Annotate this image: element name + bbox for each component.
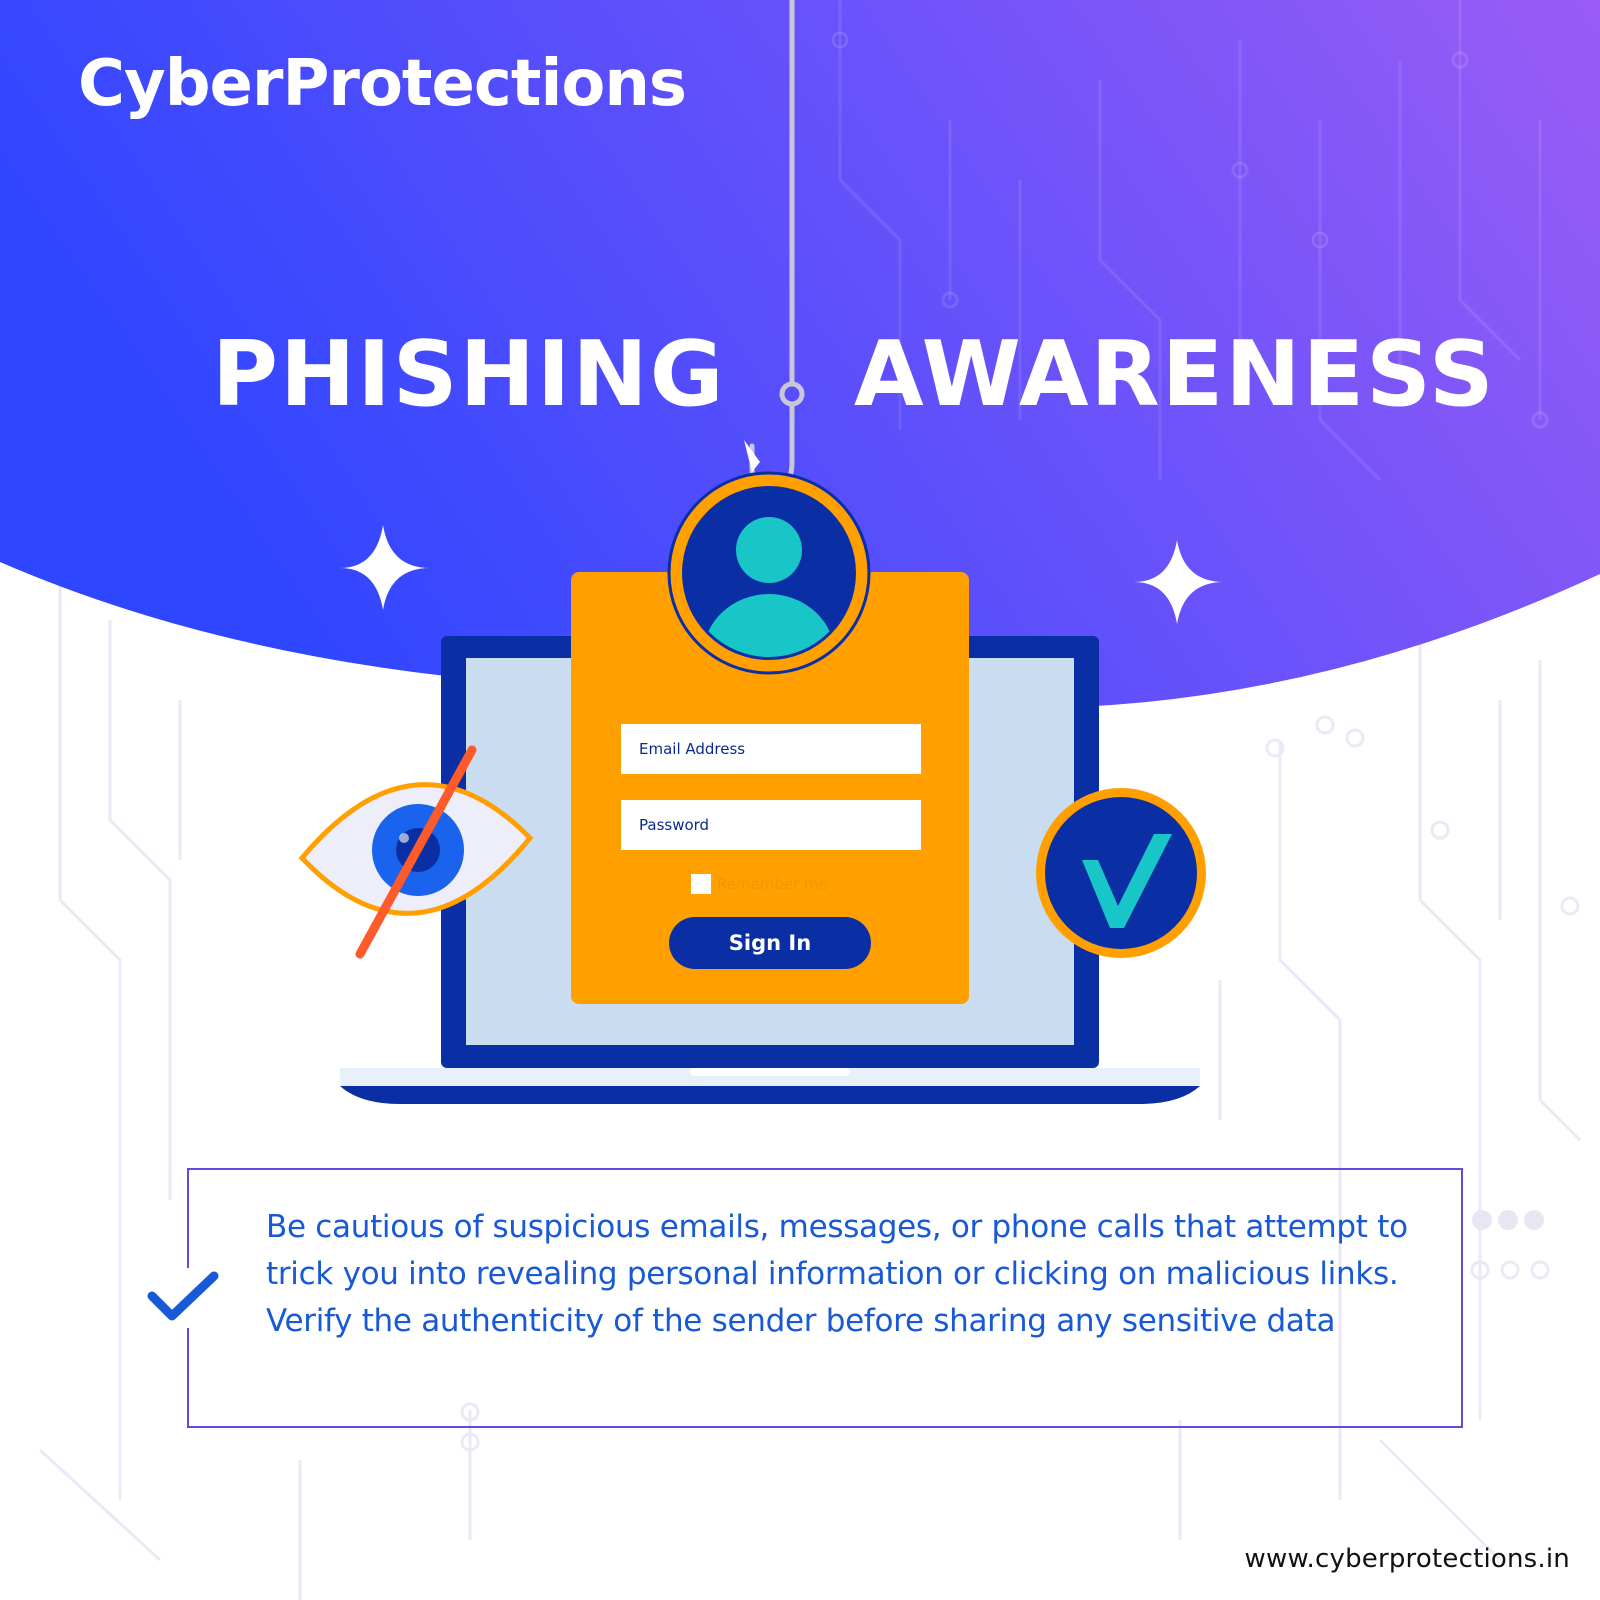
checkmark-badge-icon [1036, 788, 1206, 958]
check-icon [147, 1271, 219, 1321]
tip-text: Be cautious of suspicious emails, messag… [266, 1209, 1408, 1339]
website-url[interactable]: www.cyberprotections.in [1245, 1544, 1570, 1574]
user-avatar-icon [667, 471, 871, 675]
poster: CyberProtections PHISHING AWARENESS Emai… [0, 0, 1600, 1600]
eye-slash-icon [298, 745, 534, 959]
tip-check-mask [146, 1268, 220, 1328]
